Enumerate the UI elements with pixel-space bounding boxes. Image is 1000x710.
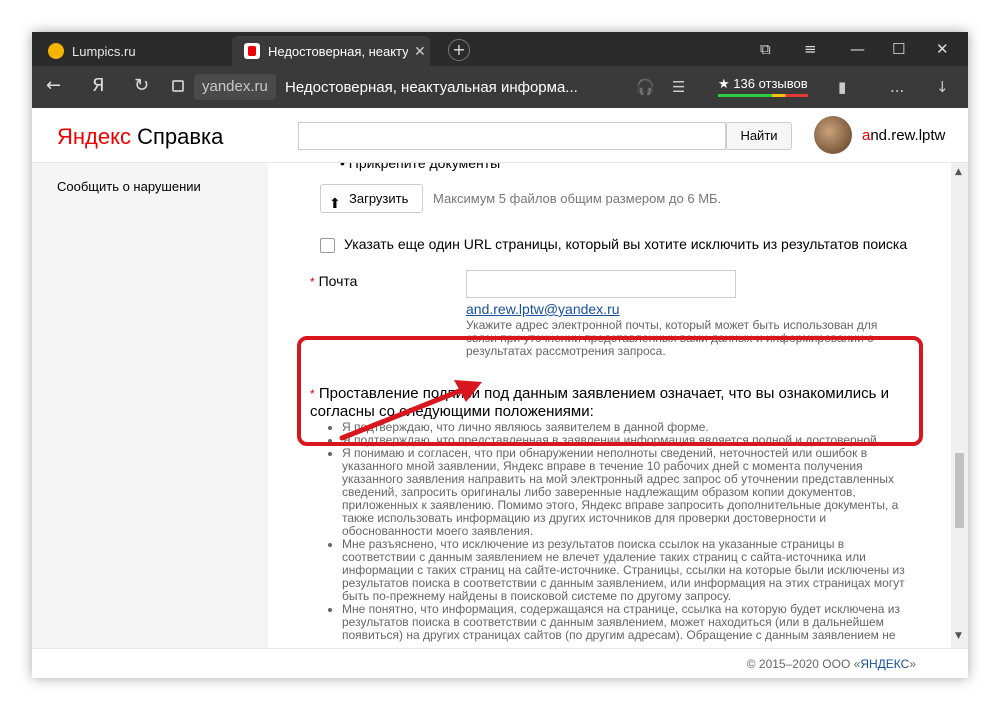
headphones-icon[interactable]: 🎧: [636, 78, 655, 96]
reviews-badge[interactable]: ★ 136 отзывов: [718, 76, 808, 92]
agreement-list: Я подтверждаю, что лично являюсь заявите…: [342, 421, 912, 642]
new-tab-button[interactable]: +: [448, 39, 470, 61]
attach-documents-item: • Прикрепите документы: [340, 163, 501, 171]
lumpics-favicon-icon: [48, 43, 64, 59]
reload-button[interactable]: ↻: [134, 75, 149, 96]
site-footer: © 2015–2020 ООО «ЯНДЕКС»: [32, 648, 968, 678]
lock-icon[interactable]: [172, 80, 184, 92]
reader-mode-icon[interactable]: ☰: [672, 78, 685, 96]
url-domain[interactable]: yandex.ru: [194, 74, 276, 100]
email-field[interactable]: [466, 270, 736, 298]
menu-icon[interactable]: ≡: [804, 40, 817, 58]
yandex-favicon-icon: [244, 43, 260, 59]
logo-section: Справка: [130, 124, 224, 149]
reviews-rating-bar: [718, 94, 808, 97]
required-mark: *: [310, 275, 315, 289]
upload-label: Загрузить: [349, 191, 409, 206]
scroll-down-icon[interactable]: ▼: [955, 631, 962, 641]
browser-window: Lumpics.ru Недостоверная, неакту ✕ + ⧉ ≡…: [32, 32, 968, 678]
page: Яндекс Справка Найти and.rew.lptw Сообщи…: [32, 108, 968, 678]
logo-brand: Яндекс: [57, 124, 131, 149]
find-button[interactable]: Найти: [726, 122, 792, 150]
yandex-help-logo[interactable]: Яндекс Справка: [57, 124, 223, 150]
copyright-brand-link[interactable]: ЯНДЕКС: [860, 657, 909, 671]
list-item: Я понимаю и согласен, что при обнаружени…: [342, 447, 912, 538]
upload-note: Максимум 5 файлов общим размером до 6 МБ…: [433, 191, 722, 206]
email-label: * Почта: [310, 273, 357, 289]
more-icon[interactable]: ...: [890, 78, 904, 96]
search-input[interactable]: [298, 122, 726, 150]
tab-yandex[interactable]: Недостоверная, неакту ✕: [232, 36, 430, 66]
bookmarks-panel-icon[interactable]: ⧉: [760, 40, 771, 58]
email-label-text: Почта: [318, 273, 358, 289]
copyright-suffix: »: [909, 657, 916, 671]
page-scrollbar[interactable]: ▲ ▼: [951, 163, 968, 648]
minimize-button[interactable]: —: [850, 40, 865, 58]
tab-close-icon[interactable]: ✕: [414, 43, 426, 60]
close-window-button[interactable]: ✕: [936, 40, 949, 58]
avatar[interactable]: [814, 116, 852, 154]
user-login-rest: nd.rew.lptw: [870, 127, 946, 144]
sidebar-item-report-violation[interactable]: Сообщить о нарушении: [57, 179, 201, 194]
scroll-up-icon[interactable]: ▲: [955, 167, 962, 177]
address-bar: ← Я ↻ yandex.ru Недостоверная, неактуаль…: [32, 66, 968, 108]
sidebar: Сообщить о нарушении: [32, 163, 268, 648]
highlight-arrow-icon: [339, 380, 482, 441]
copyright-prefix: © 2015–2020 ООО «: [746, 657, 861, 671]
url-page-title[interactable]: Недостоверная, неактуальная информа...: [285, 79, 578, 96]
upload-button[interactable]: ⬆ Загрузить: [320, 184, 423, 213]
back-button[interactable]: ←: [46, 75, 61, 96]
maximize-button[interactable]: ☐: [892, 40, 905, 58]
tab-bar: Lumpics.ru Недостоверная, неакту ✕ + ⧉ ≡…: [32, 32, 968, 66]
bookmark-icon[interactable]: ▮: [838, 78, 846, 96]
tab-title: Lumpics.ru: [72, 43, 136, 59]
extra-url-label[interactable]: Указать еще один URL страницы, который в…: [344, 236, 907, 252]
yandex-home-button[interactable]: Я: [92, 75, 105, 96]
tab-lumpics[interactable]: Lumpics.ru: [40, 36, 230, 66]
user-login[interactable]: and.rew.lptw: [862, 127, 945, 144]
list-item: Мне разъяснено, что исключение из резуль…: [342, 538, 912, 603]
tab-title: Недостоверная, неакту: [268, 43, 408, 59]
list-item: Мне понятно, что информация, содержащаяс…: [342, 603, 912, 642]
downloads-icon[interactable]: ↓: [936, 78, 949, 96]
email-suggestion-link[interactable]: and.rew.lptw@yandex.ru: [466, 301, 620, 317]
site-header: Яндекс Справка Найти and.rew.lptw: [32, 108, 968, 163]
copyright: © 2015–2020 ООО «ЯНДЕКС»: [747, 657, 916, 671]
extra-url-checkbox[interactable]: [320, 238, 335, 253]
upload-icon: ⬆: [329, 195, 341, 211]
scroll-thumb[interactable]: [955, 453, 964, 528]
